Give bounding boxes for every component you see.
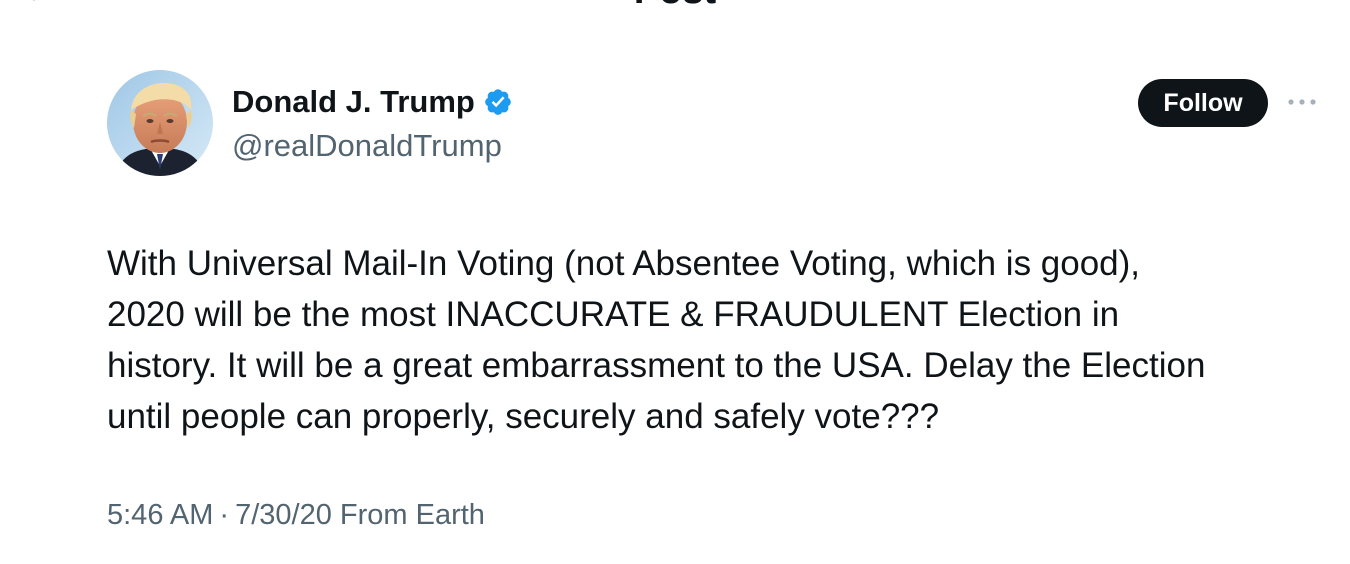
author-handle[interactable]: @realDonaldTrump [232,126,502,166]
avatar-image [107,70,213,176]
tweet-text-line: until people can properly, securely and … [107,397,940,436]
follow-button[interactable]: Follow [1138,79,1268,127]
tweet-text-line: With Universal Mail-In Voting (not Absen… [107,244,1141,283]
author-name-row[interactable]: Donald J. Trump [232,82,513,122]
meta-separator: · [219,499,230,531]
tweet-date[interactable]: 7/30/20 [235,499,332,531]
top-app-bar: ← Post [0,0,1350,12]
tweet-location: From Earth [339,499,485,531]
author-display-name[interactable]: Donald J. Trump [232,82,475,122]
verified-badge-icon[interactable] [483,87,513,117]
tweet-metadata: 5:46 AM · 7/30/20 From Earth [107,495,485,535]
tweet-text-line: history. It will be a great embarrassmen… [107,346,1206,385]
avatar[interactable] [107,70,213,176]
tweet-time[interactable]: 5:46 AM [107,499,213,531]
page-title: Post [0,0,1350,10]
more-horizontal-icon[interactable] [1284,90,1320,114]
tweet-text-line: 2020 will be the most INACCURATE & FRAUD… [107,295,1120,334]
tweet-text: With Universal Mail-In Voting (not Absen… [107,238,1322,442]
